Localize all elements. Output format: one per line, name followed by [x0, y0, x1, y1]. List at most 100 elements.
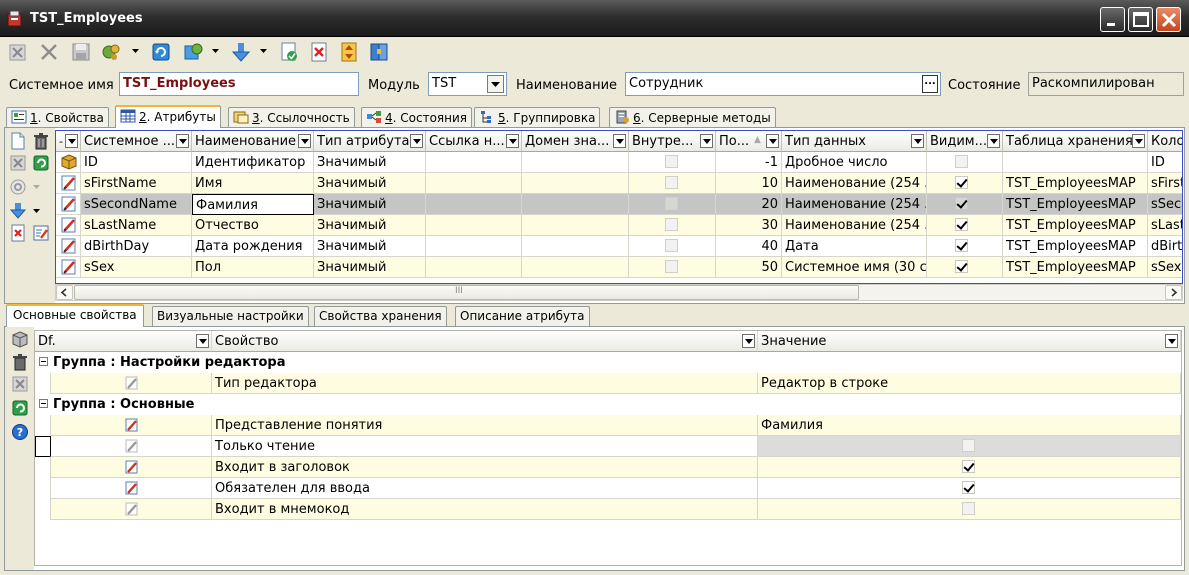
chevron-down-icon[interactable] [613, 134, 626, 148]
edit-list-icon[interactable] [32, 224, 50, 242]
new-document-icon[interactable] [9, 132, 27, 150]
property-value[interactable]: Редактор в строке [758, 373, 1181, 394]
refresh-icon[interactable] [150, 41, 172, 63]
cancel-icon[interactable] [9, 154, 27, 172]
table-row-selected[interactable]: sSecondName Фамилия Значимый 20 Наименов… [56, 194, 1182, 215]
property-row-selected[interactable]: Только чтение [35, 436, 1181, 457]
visible-checkbox[interactable] [955, 260, 968, 273]
required-checkbox[interactable] [962, 481, 975, 494]
delete-document-icon[interactable] [308, 41, 330, 63]
trash-icon[interactable] [11, 353, 29, 371]
scroll-right-button[interactable] [1165, 285, 1182, 300]
property-value[interactable] [758, 457, 1181, 478]
property-value[interactable] [758, 436, 1181, 457]
cancel-icon[interactable] [7, 41, 29, 63]
tab-states[interactable]: 4. Состояния [361, 107, 473, 127]
collapse-icon[interactable] [39, 357, 48, 366]
property-value[interactable] [758, 478, 1181, 499]
chevron-down-icon[interactable] [212, 48, 219, 54]
tab-attributes[interactable]: 2. Атрибуты [115, 105, 221, 128]
col-header-name[interactable]: Наименование [192, 131, 314, 152]
col-header-attr-type[interactable]: Тип атрибута [314, 131, 426, 152]
chevron-down-icon[interactable] [911, 134, 924, 148]
sysname-field[interactable]: TST_Employees [119, 72, 359, 96]
tab-server-methods[interactable]: 6. Серверные методы [609, 107, 776, 127]
readonly-checkbox[interactable] [962, 439, 975, 452]
col-header-internal[interactable]: Внутре... [629, 131, 716, 152]
property-row[interactable]: Обязателен для ввода [35, 478, 1181, 499]
property-group[interactable]: Группа : Настройки редактора [35, 352, 1181, 373]
chevron-down-icon[interactable] [487, 75, 504, 93]
visible-checkbox[interactable] [955, 155, 968, 168]
chevron-down-icon[interactable] [700, 134, 713, 148]
property-value[interactable] [758, 499, 1181, 520]
table-row[interactable]: sFirstName Имя Значимый 10 Наименование … [56, 173, 1182, 194]
internal-checkbox[interactable] [665, 197, 678, 210]
ellipsis-button[interactable]: ... [922, 75, 938, 93]
chevron-down-icon[interactable] [196, 334, 209, 348]
visible-checkbox[interactable] [955, 197, 968, 210]
tab-storage-properties[interactable]: Свойства хранения [314, 306, 447, 326]
chevron-down-icon[interactable] [33, 184, 41, 190]
scroll-left-button[interactable] [56, 285, 73, 300]
table-row[interactable]: dBirthDay Дата рождения Значимый 40 Дата… [56, 236, 1182, 257]
row-indicator-header[interactable]: - [56, 131, 81, 152]
chevron-down-icon[interactable] [260, 48, 267, 54]
arrow-down-icon[interactable] [230, 41, 252, 63]
help-icon[interactable]: ? [11, 423, 29, 441]
chevron-down-icon[interactable] [176, 134, 189, 148]
property-row[interactable]: Входит в заголовок [35, 457, 1181, 478]
tab-basic-properties[interactable]: Основные свойства [6, 304, 144, 327]
tab-attribute-description[interactable]: Описание атрибута [455, 306, 590, 326]
tab-references[interactable]: 3. Ссылочность [228, 107, 355, 127]
col-header-storage-table[interactable]: Таблица хранения [1003, 131, 1148, 152]
tab-properties[interactable]: 1. Свойства [6, 107, 109, 127]
name-cell-editing[interactable]: Фамилия [192, 194, 314, 215]
col-header-data-type[interactable]: Тип данных [782, 131, 927, 152]
navigate-icon[interactable] [9, 178, 27, 196]
visible-checkbox[interactable] [955, 239, 968, 252]
close-x-icon[interactable] [38, 41, 60, 63]
property-row[interactable]: Тип редактора Редактор в строке [35, 373, 1181, 394]
property-row[interactable]: Входит в мнемокод [35, 499, 1181, 520]
col-header-order[interactable]: По... ▲ [716, 131, 782, 152]
col-header-df[interactable]: Df. [35, 331, 212, 352]
cancel-icon[interactable] [11, 375, 29, 393]
property-group[interactable]: Группа : Основные [35, 394, 1181, 415]
tab-grouping[interactable]: 5. Группировка [474, 107, 601, 127]
module-select[interactable]: TST [428, 72, 507, 96]
close-button[interactable] [1156, 7, 1181, 32]
col-header-domain[interactable]: Домен зна... [522, 131, 629, 152]
chevron-down-icon[interactable] [298, 134, 311, 148]
delete-document-icon[interactable] [9, 224, 27, 242]
chevron-down-icon[interactable] [742, 334, 755, 348]
arrow-down-icon[interactable] [9, 202, 27, 220]
chevron-down-icon[interactable] [33, 208, 41, 214]
col-header-visible[interactable]: Видим... [927, 131, 1003, 152]
cube-icon[interactable] [11, 331, 29, 349]
table-row[interactable]: sSex Пол Значимый 50 Системное имя (30 с… [56, 257, 1182, 278]
visible-checkbox[interactable] [955, 176, 968, 189]
minimize-button[interactable] [1100, 7, 1125, 32]
horizontal-scrollbar[interactable]: III [55, 284, 1183, 301]
internal-checkbox[interactable] [665, 155, 678, 168]
chevron-down-icon[interactable] [1165, 334, 1178, 348]
move-up-down-icon[interactable] [338, 41, 360, 63]
internal-checkbox[interactable] [665, 218, 678, 231]
internal-checkbox[interactable] [665, 176, 678, 189]
col-header-sysname[interactable]: Системное ... [81, 131, 192, 152]
in-mnemocode-checkbox[interactable] [962, 502, 975, 515]
property-row[interactable]: Представление понятия Фамилия [35, 415, 1181, 436]
tab-visual-settings[interactable]: Визуальные настройки [152, 306, 309, 326]
internal-checkbox[interactable] [665, 239, 678, 252]
chevron-down-icon[interactable] [766, 134, 779, 148]
name-field[interactable]: Сотрудник ... [625, 72, 941, 96]
col-header-column[interactable]: Коло [1148, 131, 1182, 152]
col-header-value[interactable]: Значение [758, 331, 1181, 352]
in-header-checkbox[interactable] [962, 460, 975, 473]
maximize-button[interactable] [1128, 7, 1153, 32]
col-header-reference[interactable]: Ссылка н... [426, 131, 522, 152]
visible-checkbox[interactable] [955, 218, 968, 231]
import-icon[interactable] [182, 41, 204, 63]
chevron-down-icon[interactable] [1132, 134, 1145, 148]
